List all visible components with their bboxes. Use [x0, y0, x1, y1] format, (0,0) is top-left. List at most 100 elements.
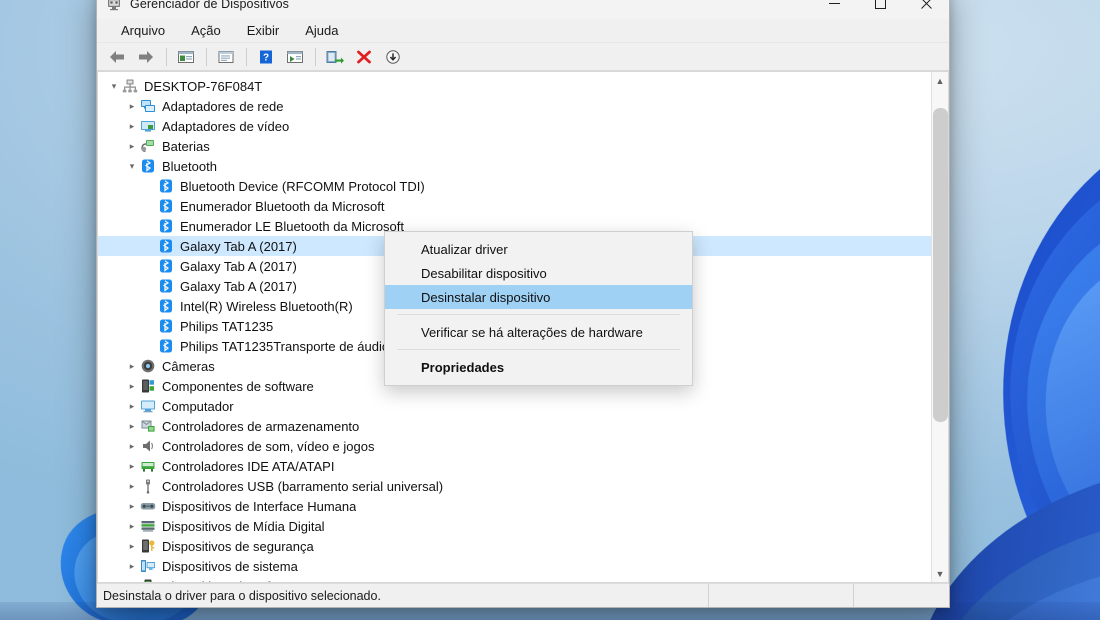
chevron-right-icon[interactable]: ▸: [124, 561, 140, 572]
tree-row-label: Câmeras: [162, 358, 215, 374]
tree-row-storage-controllers[interactable]: ▸ Controladores de armazenamento: [98, 416, 931, 436]
context-menu: Atualizar driver Desabilitar dispositivo…: [384, 231, 693, 386]
chevron-right-icon[interactable]: ▸: [124, 521, 140, 532]
tree-row-sound-controllers[interactable]: ▸ Controladores de som, vídeo e jogos: [98, 436, 931, 456]
disable-device-icon[interactable]: [379, 45, 407, 69]
tree-row-ide-controllers[interactable]: ▸ Controladores IDE ATA/ATAPI: [98, 456, 931, 476]
forward-arrow-icon[interactable]: [132, 45, 160, 69]
device-manager-icon: [106, 0, 122, 12]
ctx-propriedades[interactable]: Propriedades: [385, 355, 692, 379]
tree-row-label: Dispositivos de segurança: [162, 538, 314, 554]
tree-row-label: Controladores de som, vídeo e jogos: [162, 438, 375, 454]
bluetooth-device-icon: [158, 198, 174, 214]
bluetooth-icon: [140, 158, 156, 174]
tree-row-label: Enumerador Bluetooth da Microsoft: [180, 198, 385, 214]
chevron-up-icon[interactable]: ▲: [932, 72, 949, 89]
ide-controller-icon: [140, 458, 156, 474]
chevron-right-icon[interactable]: ▸: [124, 461, 140, 472]
chevron-right-icon[interactable]: ▸: [124, 541, 140, 552]
ctx-verificar-alteracoes-hardware[interactable]: Verificar se há alterações de hardware: [385, 320, 692, 344]
chevron-down-icon[interactable]: ▾: [124, 161, 140, 172]
minimize-button[interactable]: [811, 0, 857, 18]
chevron-down-icon[interactable]: ▾: [106, 81, 122, 92]
scrollbar-thumb[interactable]: [932, 108, 948, 423]
chevron-right-icon[interactable]: ▸: [124, 141, 140, 152]
chevron-right-icon[interactable]: ▸: [124, 381, 140, 392]
maximize-button[interactable]: [857, 0, 903, 18]
computer-icon: [140, 398, 156, 414]
ctx-desabilitar-dispositivo[interactable]: Desabilitar dispositivo: [385, 261, 692, 285]
bluetooth-device-icon: [158, 218, 174, 234]
chevron-right-icon[interactable]: ▸: [124, 481, 140, 492]
tree-row-digital-media[interactable]: ▸ Dispositivos de Mídia Digital: [98, 516, 931, 536]
bluetooth-device-icon: [158, 178, 174, 194]
tree-row-computer[interactable]: ▸ Computador: [98, 396, 931, 416]
context-menu-separator: [397, 314, 680, 315]
hid-icon: [140, 498, 156, 514]
scrollbar-track[interactable]: [932, 89, 949, 565]
status-pane-2: [709, 584, 854, 607]
tree-row-label: Dispositivos de Mídia Digital: [162, 518, 325, 534]
tree-row-hid[interactable]: ▸ Dispositivos de Interface Humana: [98, 496, 931, 516]
tree-row-display-adapters[interactable]: ▸ Adaptadores de vídeo: [98, 116, 931, 136]
tree-row-enumerador-bluetooth-microsoft[interactable]: Enumerador Bluetooth da Microsoft: [98, 196, 931, 216]
chevron-right-icon[interactable]: ▸: [124, 441, 140, 452]
chevron-right-icon[interactable]: ▸: [124, 421, 140, 432]
context-menu-separator: [397, 349, 680, 350]
device-manager-window: Gerenciador de Dispositivos Arquivo Ação…: [96, 0, 950, 608]
toolbar-separator: [315, 47, 316, 66]
tree-row-batteries[interactable]: ▸ Baterias: [98, 136, 931, 156]
tree-row-root[interactable]: ▾ DESKTOP-76F084T: [98, 76, 931, 96]
chevron-right-icon[interactable]: ▸: [124, 361, 140, 372]
vertical-scrollbar[interactable]: ▲ ▼: [931, 72, 948, 582]
digital-media-icon: [140, 518, 156, 534]
tree-row-label: Galaxy Tab A (2017): [180, 278, 297, 294]
ctx-desinstalar-dispositivo[interactable]: Desinstalar dispositivo: [385, 285, 692, 309]
tree-row-label: Enumerador LE Bluetooth da Microsoft: [180, 218, 405, 234]
tree-row-label: Galaxy Tab A (2017): [180, 258, 297, 274]
toolbar-separator: [246, 47, 247, 66]
tree-row-usb-controllers[interactable]: ▸ Controladores USB (barramento serial u…: [98, 476, 931, 496]
tree-row-software-devices[interactable]: ▸ Dispositivos do software: [98, 576, 931, 582]
tree-row-label: Controladores de armazenamento: [162, 418, 360, 434]
update-driver-icon[interactable]: [321, 45, 349, 69]
show-hide-console-tree-icon[interactable]: [172, 45, 200, 69]
menu-acao[interactable]: Ação: [181, 21, 231, 40]
tree-row-label: Componentes de software: [162, 378, 314, 394]
tree-row-network-adapters[interactable]: ▸ Adaptadores de rede: [98, 96, 931, 116]
bluetooth-device-icon: [158, 338, 174, 354]
scan-hardware-icon[interactable]: [281, 45, 309, 69]
tree-row-system-devices[interactable]: ▸ Dispositivos de sistema: [98, 556, 931, 576]
properties-icon[interactable]: [212, 45, 240, 69]
tree-row-bluetooth-device-rfcomm[interactable]: Bluetooth Device (RFCOMM Protocol TDI): [98, 176, 931, 196]
ctx-atualizar-driver[interactable]: Atualizar driver: [385, 237, 692, 261]
menu-exibir[interactable]: Exibir: [237, 21, 290, 40]
chevron-right-icon[interactable]: ▸: [124, 121, 140, 132]
chevron-right-icon[interactable]: ▸: [124, 581, 140, 583]
tree-row-label: Intel(R) Wireless Bluetooth(R): [180, 298, 353, 314]
security-device-icon: [140, 538, 156, 554]
tree-row-label: Bluetooth: [162, 158, 217, 174]
chevron-down-icon[interactable]: ▼: [932, 565, 949, 582]
tree-row-label: Dispositivos de Interface Humana: [162, 498, 357, 514]
back-arrow-icon[interactable]: [103, 45, 131, 69]
tree-row-bluetooth[interactable]: ▾ Bluetooth: [98, 156, 931, 176]
chevron-right-icon[interactable]: ▸: [124, 101, 140, 112]
tree-row-label: Computador: [162, 398, 234, 414]
camera-icon: [140, 358, 156, 374]
menu-ajuda[interactable]: Ajuda: [295, 21, 348, 40]
tree-row-security-devices[interactable]: ▸ Dispositivos de segurança: [98, 536, 931, 556]
status-bar: Desinstala o driver para o dispositivo s…: [97, 583, 949, 607]
chevron-right-icon[interactable]: ▸: [124, 501, 140, 512]
computer-root-icon: [122, 78, 138, 94]
svg-text:?: ?: [263, 52, 269, 63]
uninstall-device-icon[interactable]: [350, 45, 378, 69]
bluetooth-device-icon: [158, 238, 174, 254]
toolbar-separator: [166, 47, 167, 66]
chevron-right-icon[interactable]: ▸: [124, 401, 140, 412]
help-icon[interactable]: ?: [252, 45, 280, 69]
software-device-icon: [140, 578, 156, 582]
close-button[interactable]: [903, 0, 949, 18]
menu-arquivo[interactable]: Arquivo: [111, 21, 175, 40]
menu-bar: Arquivo Ação Exibir Ajuda: [97, 19, 949, 43]
